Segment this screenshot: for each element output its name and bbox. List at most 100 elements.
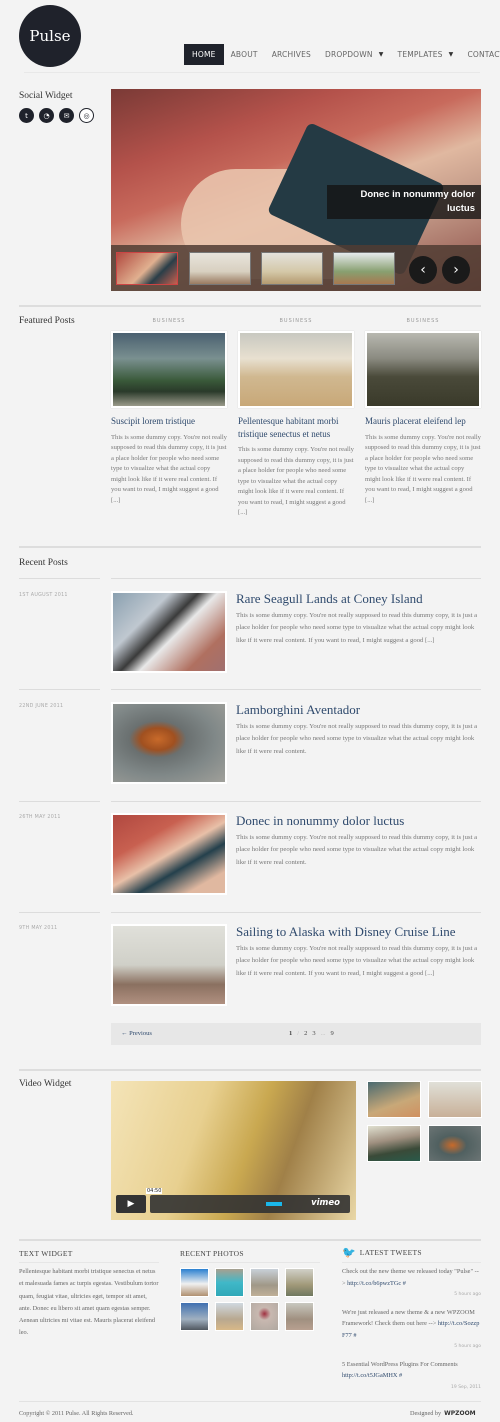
recent-photo[interactable] bbox=[215, 1268, 244, 1297]
slider-prev-button[interactable]: ‹ bbox=[409, 256, 437, 284]
tweet-link[interactable]: http://t.co/b6pwzTGc bbox=[347, 1280, 401, 1287]
designer-link[interactable]: WPZOOM bbox=[444, 1410, 476, 1417]
recent-photos-title: RECENT PHOTOS bbox=[180, 1249, 244, 1258]
post-excerpt: This is some dummy copy. You're not real… bbox=[236, 945, 478, 977]
section-divider bbox=[19, 1239, 481, 1241]
featured-slider[interactable]: Donec in nonummy dolor luctus ‹ › bbox=[111, 89, 481, 291]
recent-photo[interactable] bbox=[250, 1268, 279, 1297]
post-excerpt: This is some dummy copy. You're not real… bbox=[111, 433, 227, 504]
section-divider bbox=[19, 546, 481, 548]
nav-about[interactable]: ABOUT bbox=[224, 44, 265, 65]
nav-label: CONTACT bbox=[467, 50, 500, 59]
post-title[interactable]: Donec in nonummy dolor luctus bbox=[236, 813, 404, 829]
tweet-text: 5 Essential WordPress Plugins For Commen… bbox=[342, 1360, 458, 1368]
tweet-time: 19 Sep, 2011 bbox=[451, 1384, 481, 1390]
post-excerpt: This is some dummy copy. You're not real… bbox=[236, 834, 478, 866]
nav-contact[interactable]: CONTACT bbox=[460, 44, 500, 65]
post-thumbnail[interactable] bbox=[238, 331, 354, 408]
post-title[interactable]: Lamborghini Aventador bbox=[236, 702, 360, 718]
post-excerpt: This is some dummy copy. You're not real… bbox=[236, 723, 478, 755]
recent-photo[interactable] bbox=[215, 1302, 244, 1331]
row-divider bbox=[111, 578, 481, 579]
row-divider bbox=[111, 689, 481, 690]
rss-icon[interactable]: ◔ bbox=[39, 108, 54, 123]
post-thumbnail[interactable] bbox=[111, 331, 227, 408]
video-thumb[interactable] bbox=[367, 1081, 421, 1118]
post-thumbnail[interactable] bbox=[111, 591, 227, 673]
slider-thumb[interactable] bbox=[189, 252, 251, 285]
tweet-link[interactable]: http://t.co/t5JGaMHX bbox=[342, 1372, 397, 1379]
page-link[interactable]: 2 bbox=[304, 1030, 307, 1037]
site-logo[interactable]: Pulse bbox=[19, 5, 81, 67]
slider-thumb[interactable] bbox=[116, 252, 178, 285]
designed-by: Designed by WPZOOM bbox=[410, 1410, 476, 1417]
post-title[interactable]: Rare Seagull Lands at Coney Island bbox=[236, 591, 423, 607]
tweet-permalink[interactable]: # bbox=[353, 1332, 356, 1339]
nav-label: ABOUT bbox=[230, 50, 258, 59]
nav-label: ARCHIVES bbox=[271, 50, 311, 59]
vimeo-logo[interactable]: vimeo bbox=[311, 1198, 340, 1208]
post-thumbnail[interactable] bbox=[111, 702, 227, 784]
recent-post: 9TH MAY 2011 Sailing to Alaska with Disn… bbox=[19, 924, 481, 1019]
tweet-permalink[interactable]: # bbox=[399, 1372, 402, 1379]
row-divider bbox=[19, 578, 100, 579]
nav-home[interactable]: HOME bbox=[184, 44, 224, 65]
video-thumb[interactable] bbox=[428, 1081, 482, 1118]
recent-posts-title: Recent Posts bbox=[19, 558, 68, 568]
page-link[interactable]: 9 bbox=[330, 1030, 333, 1037]
page-link[interactable]: 3 bbox=[312, 1030, 315, 1037]
video-thumb[interactable] bbox=[428, 1125, 482, 1162]
nav-archives[interactable]: ARCHIVES bbox=[265, 44, 318, 65]
email-icon[interactable]: ✉ bbox=[59, 108, 74, 123]
nav-templates[interactable]: TEMPLATES ▼ bbox=[391, 44, 461, 65]
slider-thumb[interactable] bbox=[261, 252, 323, 285]
post-title[interactable]: Pellentesque habitant morbi tristique se… bbox=[238, 415, 354, 440]
twitter-bird-icon: 🐦 bbox=[342, 1246, 356, 1259]
recent-post: 1ST AUGUST 2011 Rare Seagull Lands at Co… bbox=[19, 591, 481, 686]
recent-photo[interactable] bbox=[180, 1268, 209, 1297]
volume-indicator[interactable] bbox=[266, 1202, 282, 1206]
nav-dropdown[interactable]: DROPDOWN ▼ bbox=[318, 44, 391, 65]
dribbble-icon[interactable]: ◎ bbox=[79, 108, 94, 123]
tweet-permalink[interactable]: # bbox=[403, 1280, 406, 1287]
video-thumb[interactable] bbox=[367, 1125, 421, 1162]
video-widget-title: Video Widget bbox=[19, 1079, 72, 1089]
video-player[interactable]: ▶ 04:50 vimeo bbox=[111, 1081, 356, 1220]
post-excerpt: This is some dummy copy. You're not real… bbox=[236, 612, 478, 644]
post-thumbnail[interactable] bbox=[111, 924, 227, 1006]
slider-thumbnails: ‹ › bbox=[111, 245, 481, 291]
recent-photo[interactable] bbox=[285, 1302, 314, 1331]
video-progress-bar[interactable]: 04:50 vimeo bbox=[146, 1188, 350, 1213]
widget-divider bbox=[342, 1262, 481, 1263]
row-divider bbox=[111, 801, 481, 802]
tweet-list: Check out the new theme we released toda… bbox=[342, 1266, 481, 1393]
post-thumbnail[interactable] bbox=[111, 813, 227, 895]
nav-label: DROPDOWN bbox=[324, 50, 373, 59]
recent-post: 22ND JUNE 2011 Lamborghini Aventador Thi… bbox=[19, 702, 481, 797]
play-button[interactable]: ▶ bbox=[116, 1195, 146, 1213]
post-title[interactable]: Suscipit lorem tristique bbox=[111, 415, 227, 428]
post-category[interactable]: BUSINESS bbox=[365, 318, 481, 324]
page-separator: / bbox=[297, 1030, 300, 1037]
social-widget-title: Social Widget bbox=[19, 91, 73, 101]
tweet: We're just released a new theme & a new … bbox=[342, 1307, 481, 1353]
twitter-icon[interactable]: t bbox=[19, 108, 34, 123]
slide-caption[interactable]: Donec in nonummy dolor luctus bbox=[327, 185, 481, 219]
copyright: Copyright © 2011 Pulse. All Rights Reser… bbox=[19, 1410, 134, 1417]
post-category[interactable]: BUSINESS bbox=[111, 318, 227, 324]
recent-photo[interactable] bbox=[180, 1302, 209, 1331]
tweets-header: 🐦 LATEST TWEETS bbox=[342, 1246, 422, 1259]
slider-next-button[interactable]: › bbox=[442, 256, 470, 284]
logo-text: Pulse bbox=[29, 27, 71, 45]
post-category[interactable]: BUSINESS bbox=[238, 318, 354, 324]
slider-thumb[interactable] bbox=[333, 252, 395, 285]
text-widget-title: TEXT WIDGET bbox=[19, 1249, 73, 1258]
recent-photo[interactable] bbox=[285, 1268, 314, 1297]
post-thumbnail[interactable] bbox=[365, 331, 481, 408]
nav-label: TEMPLATES bbox=[397, 50, 443, 59]
post-excerpt: This is some dummy copy. You're not real… bbox=[365, 433, 481, 504]
recent-photo[interactable] bbox=[250, 1302, 279, 1331]
previous-page-link[interactable]: ← Previous bbox=[121, 1030, 152, 1037]
post-title[interactable]: Mauris placerat eleifend lep bbox=[365, 415, 481, 428]
post-title[interactable]: Sailing to Alaska with Disney Cruise Lin… bbox=[236, 924, 456, 940]
